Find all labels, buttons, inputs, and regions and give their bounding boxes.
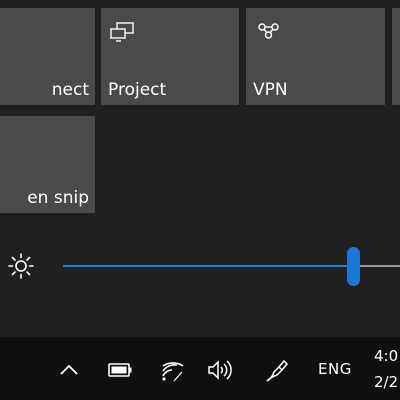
pen-icon[interactable] <box>263 357 289 383</box>
action-center-panel: nect Project VPN en snip <box>0 0 400 337</box>
clock-time: 4:0 <box>374 347 399 365</box>
vpn-icon <box>258 23 279 39</box>
screen-snip-tile-label: en snip <box>27 188 89 208</box>
brightness-slider-fill <box>63 265 353 267</box>
project-tile[interactable]: Project <box>101 8 239 105</box>
project-tile-label: Project <box>108 80 167 100</box>
vpn-tile[interactable]: VPN <box>246 8 385 105</box>
battery-icon[interactable] <box>107 357 133 383</box>
clock[interactable]: 4:0 2/2 <box>374 343 400 395</box>
brightness-icon <box>8 253 34 279</box>
partial-tile[interactable] <box>392 8 400 105</box>
vpn-tile-label: VPN <box>253 80 288 100</box>
input-language-indicator[interactable]: ENG <box>318 360 352 378</box>
chevron-up-icon[interactable] <box>56 357 82 383</box>
connect-tile[interactable]: nect <box>0 8 95 105</box>
brightness-row <box>0 240 400 296</box>
project-icon <box>110 22 134 42</box>
wifi-icon[interactable] <box>160 357 186 383</box>
screen-snip-tile[interactable]: en snip <box>0 116 95 213</box>
brightness-slider-thumb[interactable] <box>347 247 360 286</box>
connect-tile-label: nect <box>51 80 89 100</box>
brightness-slider[interactable] <box>63 247 400 286</box>
volume-icon[interactable] <box>206 357 232 383</box>
taskbar: ENG 4:0 2/2 <box>0 337 400 400</box>
clock-date: 2/2 <box>374 373 399 391</box>
